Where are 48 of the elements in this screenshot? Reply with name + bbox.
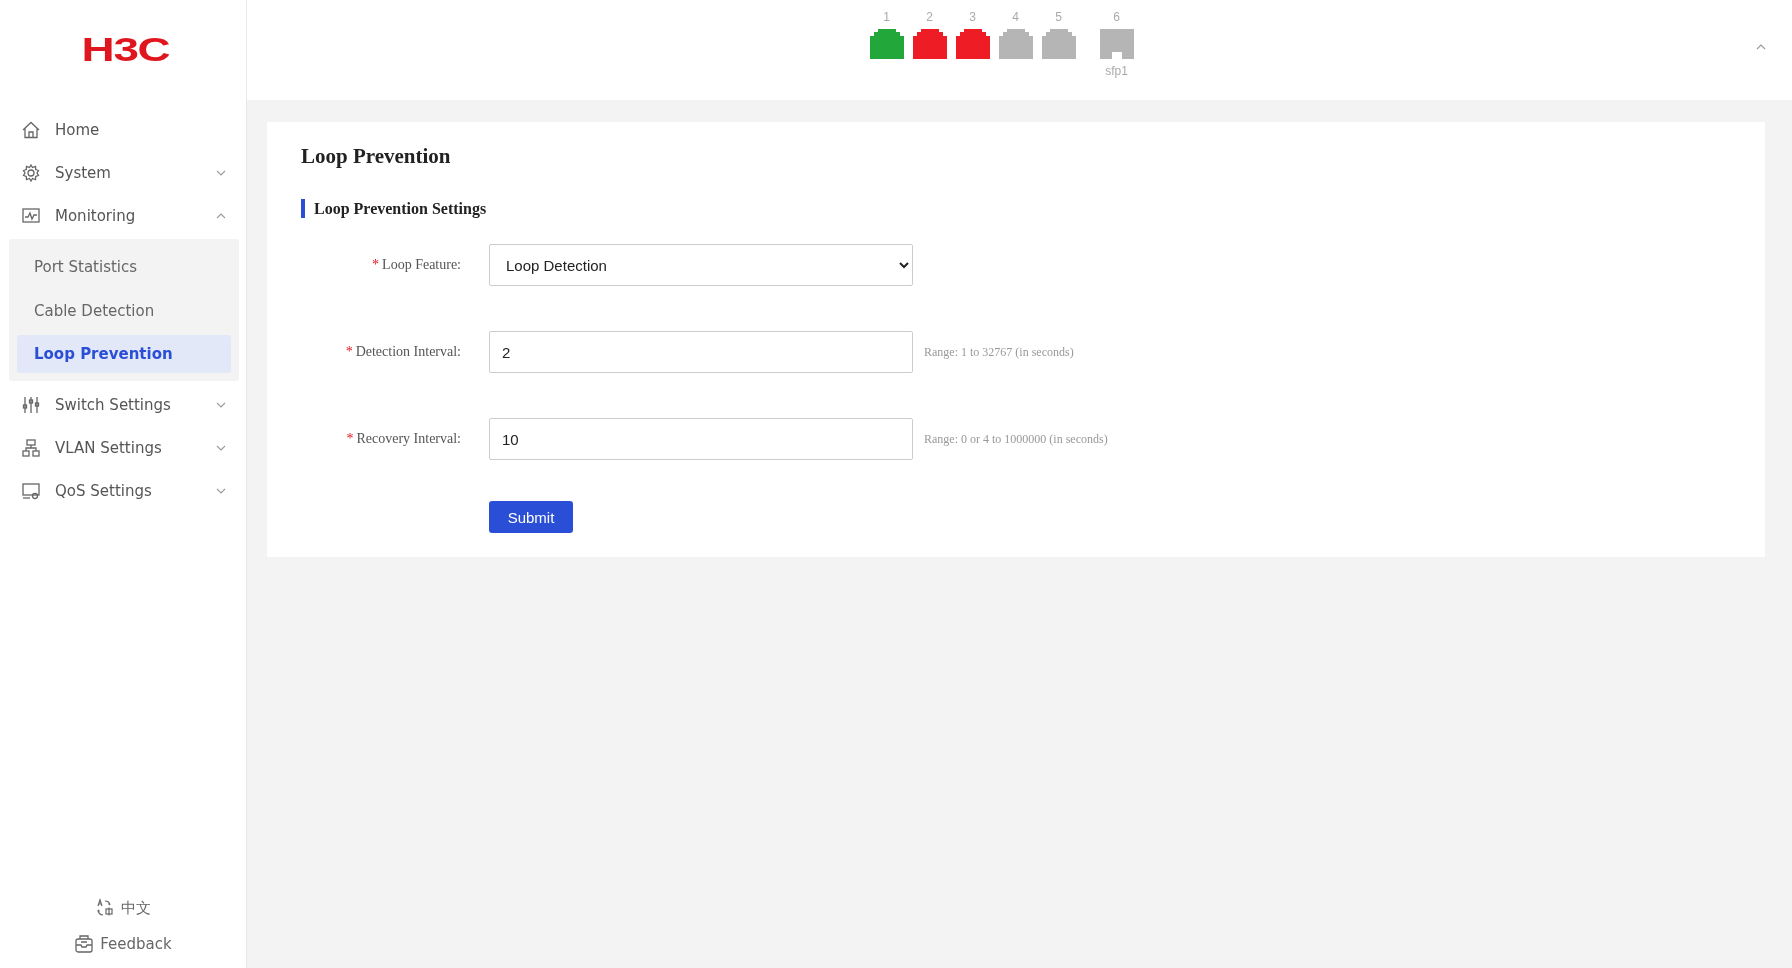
range-hint: Range: 1 to 32767 (in seconds) <box>924 344 1074 360</box>
field-label: Loop Feature: <box>382 257 461 272</box>
field-label: Detection Interval: <box>355 344 461 359</box>
inbox-icon <box>74 934 95 954</box>
sliders-icon <box>21 394 41 415</box>
port-number: 3 <box>969 10 976 26</box>
loop-feature-dropdown[interactable]: Loop Detection <box>489 244 913 286</box>
sfp-port-icon[interactable] <box>1099 28 1134 60</box>
brand-logo: H3C <box>82 29 170 69</box>
required-mark: * <box>346 431 354 446</box>
collapse-icon[interactable] <box>1756 44 1766 50</box>
range-hint: Range: 0 or 4 to 1000000 (in seconds) <box>924 431 1108 447</box>
gear-icon <box>21 162 41 183</box>
field-label: Recovery Interval: <box>356 431 461 446</box>
port-number: 1 <box>883 10 890 26</box>
ethernet-port-icon[interactable] <box>1041 28 1076 60</box>
required-mark: * <box>345 344 353 359</box>
port-number: 4 <box>1012 10 1019 26</box>
menu-item[interactable]: Switch Settings <box>0 383 246 426</box>
menu-item[interactable]: Monitoring <box>0 194 246 237</box>
submenu-item[interactable]: Loop Prevention <box>17 335 231 373</box>
port-label: sfp1 <box>1105 64 1128 78</box>
ethernet-port-icon[interactable] <box>998 28 1033 60</box>
port-number: 5 <box>1055 10 1062 26</box>
input-field[interactable]: 2 <box>489 331 913 373</box>
port-number: 6 <box>1113 10 1120 26</box>
menu-item[interactable]: Home <box>0 108 246 151</box>
section-marker <box>301 199 305 218</box>
ethernet-port-icon[interactable] <box>955 28 990 60</box>
port-number: 2 <box>926 10 933 26</box>
feedback-link[interactable]: Feedback <box>100 935 172 953</box>
submit-button[interactable]: Submit <box>489 501 573 533</box>
translate-icon <box>95 898 115 918</box>
monitor-icon <box>21 205 41 226</box>
page-title: Loop Prevention <box>301 144 452 169</box>
menu-item[interactable]: QoS Settings <box>0 469 246 512</box>
ethernet-port-icon[interactable] <box>869 28 904 60</box>
home-icon <box>21 119 41 140</box>
submenu-item[interactable]: Cable Detection <box>17 289 231 333</box>
input-field[interactable]: 10 <box>489 418 913 460</box>
network-icon <box>21 437 41 458</box>
menu-item[interactable]: System <box>0 151 246 194</box>
section-title: Loop Prevention Settings <box>314 199 487 218</box>
menu-item[interactable]: VLAN Settings <box>0 426 246 469</box>
language-link[interactable]: 中文 <box>121 898 151 918</box>
ethernet-port-icon[interactable] <box>912 28 947 60</box>
required-mark: * <box>372 257 380 272</box>
submenu-item[interactable]: Port Statistics <box>17 245 231 289</box>
